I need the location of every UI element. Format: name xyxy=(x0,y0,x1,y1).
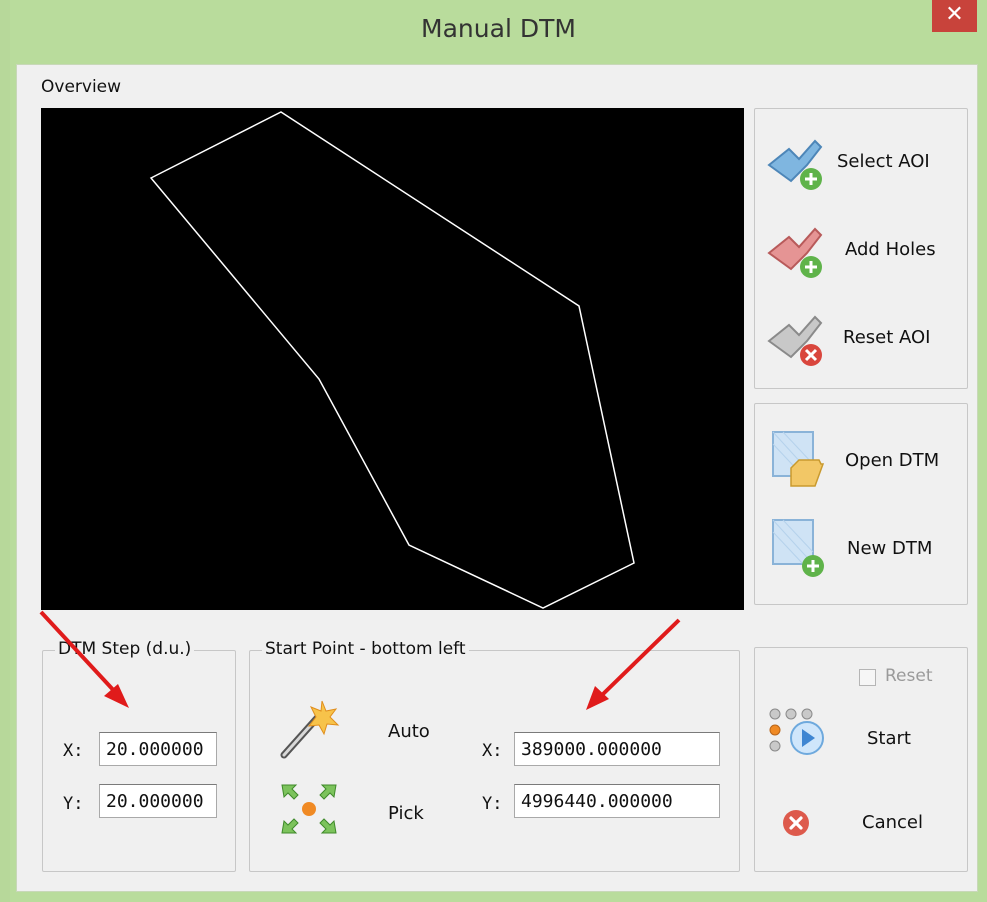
annotation-arrow-right xyxy=(586,618,681,710)
annotation-arrow-left xyxy=(39,610,129,708)
manual-dtm-window: Manual DTM ✕ Overview Select AOI Add Hol… xyxy=(10,0,987,902)
annotation-arrows xyxy=(39,610,681,710)
